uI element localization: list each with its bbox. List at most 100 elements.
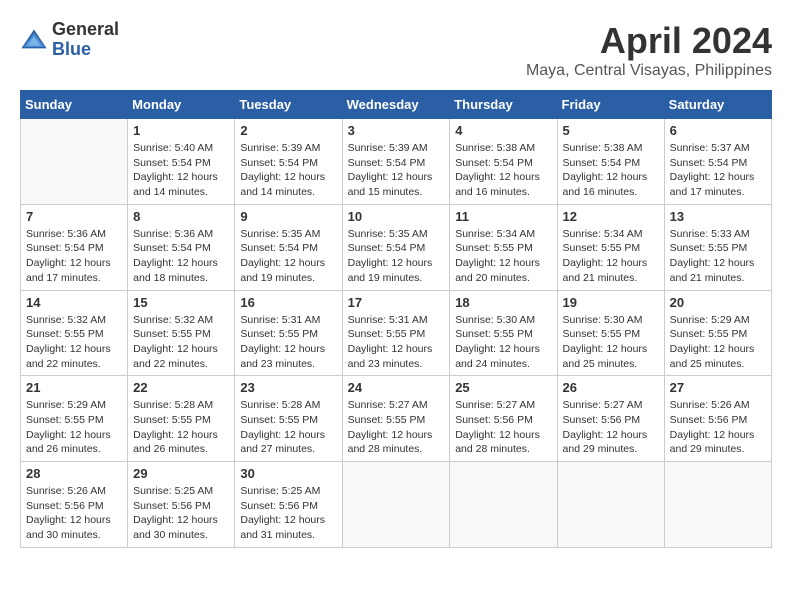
calendar-header-cell: Tuesday bbox=[235, 91, 342, 119]
calendar-day-cell: 12 Sunrise: 5:34 AMSunset: 5:55 PMDayligh… bbox=[557, 204, 664, 290]
day-number: 1 bbox=[133, 123, 229, 138]
calendar-week-row: 28Sunrise: 5:26 AMSunset: 5:56 PMDayligh… bbox=[21, 462, 772, 548]
calendar-location: Maya, Central Visayas, Philippines bbox=[526, 62, 772, 80]
calendar-header-cell: Friday bbox=[557, 91, 664, 119]
calendar-day-cell: 2 Sunrise: 5:39 AMSunset: 5:54 PMDaylight… bbox=[235, 119, 342, 205]
day-info: Sunrise: 5:39 AMSunset: 5:54 PMDaylight:… bbox=[348, 141, 445, 200]
calendar-day-cell: 11 Sunrise: 5:34 AMSunset: 5:55 PMDayligh… bbox=[450, 204, 557, 290]
day-info: Sunrise: 5:27 AMSunset: 5:56 PMDaylight:… bbox=[563, 398, 659, 457]
calendar-day-cell: 10Sunrise: 5:35 AMSunset: 5:54 PMDayligh… bbox=[342, 204, 450, 290]
day-info: Sunrise: 5:38 AMSunset: 5:54 PMDaylight:… bbox=[455, 141, 551, 200]
day-number: 3 bbox=[348, 123, 445, 138]
day-number: 24 bbox=[348, 380, 445, 395]
day-number: 22 bbox=[133, 380, 229, 395]
day-info: Sunrise: 5:27 AMSunset: 5:55 PMDaylight:… bbox=[348, 398, 445, 457]
calendar-header-cell: Saturday bbox=[664, 91, 771, 119]
calendar-header-cell: Thursday bbox=[450, 91, 557, 119]
calendar-day-cell: 26 Sunrise: 5:27 AMSunset: 5:56 PMDayligh… bbox=[557, 376, 664, 462]
day-info: Sunrise: 5:36 AMSunset: 5:54 PMDaylight:… bbox=[26, 227, 122, 286]
day-info: Sunrise: 5:28 AMSunset: 5:55 PMDaylight:… bbox=[240, 398, 336, 457]
calendar-day-cell: 23 Sunrise: 5:28 AMSunset: 5:55 PMDayligh… bbox=[235, 376, 342, 462]
day-info: Sunrise: 5:40 AMSunset: 5:54 PMDaylight:… bbox=[133, 141, 229, 200]
calendar-week-row: 1 Sunrise: 5:40 AMSunset: 5:54 PMDaylight… bbox=[21, 119, 772, 205]
day-info: Sunrise: 5:30 AMSunset: 5:55 PMDaylight:… bbox=[455, 313, 551, 372]
day-info: Sunrise: 5:25 AMSunset: 5:56 PMDaylight:… bbox=[240, 484, 336, 543]
day-info: Sunrise: 5:26 AMSunset: 5:56 PMDaylight:… bbox=[670, 398, 766, 457]
calendar-day-cell: 19Sunrise: 5:30 AMSunset: 5:55 PMDayligh… bbox=[557, 290, 664, 376]
day-number: 6 bbox=[670, 123, 766, 138]
day-info: Sunrise: 5:26 AMSunset: 5:56 PMDaylight:… bbox=[26, 484, 122, 543]
day-number: 4 bbox=[455, 123, 551, 138]
calendar-day-cell: 27 Sunrise: 5:26 AMSunset: 5:56 PMDayligh… bbox=[664, 376, 771, 462]
day-number: 14 bbox=[26, 295, 122, 310]
calendar-day-cell: 17 Sunrise: 5:31 AMSunset: 5:55 PMDayligh… bbox=[342, 290, 450, 376]
calendar-day-cell: 16 Sunrise: 5:31 AMSunset: 5:55 PMDayligh… bbox=[235, 290, 342, 376]
day-info: Sunrise: 5:35 AMSunset: 5:54 PMDaylight:… bbox=[240, 227, 336, 286]
day-info: Sunrise: 5:38 AMSunset: 5:54 PMDaylight:… bbox=[563, 141, 659, 200]
day-number: 19 bbox=[563, 295, 659, 310]
day-info: Sunrise: 5:28 AMSunset: 5:55 PMDaylight:… bbox=[133, 398, 229, 457]
day-number: 17 bbox=[348, 295, 445, 310]
day-info: Sunrise: 5:36 AMSunset: 5:54 PMDaylight:… bbox=[133, 227, 229, 286]
calendar-week-row: 7 Sunrise: 5:36 AMSunset: 5:54 PMDaylight… bbox=[21, 204, 772, 290]
page-header: General Blue April 2024 Maya, Central Vi… bbox=[20, 20, 772, 80]
day-info: Sunrise: 5:29 AMSunset: 5:55 PMDaylight:… bbox=[26, 398, 122, 457]
calendar-day-cell: 3 Sunrise: 5:39 AMSunset: 5:54 PMDaylight… bbox=[342, 119, 450, 205]
day-number: 12 bbox=[563, 209, 659, 224]
calendar-day-cell: 4 Sunrise: 5:38 AMSunset: 5:54 PMDaylight… bbox=[450, 119, 557, 205]
calendar-day-cell: 8Sunrise: 5:36 AMSunset: 5:54 PMDaylight… bbox=[128, 204, 235, 290]
day-info: Sunrise: 5:29 AMSunset: 5:55 PMDaylight:… bbox=[670, 313, 766, 372]
day-info: Sunrise: 5:35 AMSunset: 5:54 PMDaylight:… bbox=[348, 227, 445, 286]
day-number: 13 bbox=[670, 209, 766, 224]
day-info: Sunrise: 5:37 AMSunset: 5:54 PMDaylight:… bbox=[670, 141, 766, 200]
day-info: Sunrise: 5:32 AMSunset: 5:55 PMDaylight:… bbox=[26, 313, 122, 372]
day-number: 16 bbox=[240, 295, 336, 310]
calendar-day-cell: 18 Sunrise: 5:30 AMSunset: 5:55 PMDayligh… bbox=[450, 290, 557, 376]
day-info: Sunrise: 5:33 AMSunset: 5:55 PMDaylight:… bbox=[670, 227, 766, 286]
day-info: Sunrise: 5:31 AMSunset: 5:55 PMDaylight:… bbox=[348, 313, 445, 372]
calendar-day-cell bbox=[342, 462, 450, 548]
day-number: 20 bbox=[670, 295, 766, 310]
day-info: Sunrise: 5:34 AMSunset: 5:55 PMDaylight:… bbox=[563, 227, 659, 286]
calendar-week-row: 21 Sunrise: 5:29 AMSunset: 5:55 PMDayligh… bbox=[21, 376, 772, 462]
calendar-day-cell: 5 Sunrise: 5:38 AMSunset: 5:54 PMDaylight… bbox=[557, 119, 664, 205]
calendar-header-cell: Monday bbox=[128, 91, 235, 119]
day-number: 11 bbox=[455, 209, 551, 224]
calendar-week-row: 14 Sunrise: 5:32 AMSunset: 5:55 PMDayligh… bbox=[21, 290, 772, 376]
day-info: Sunrise: 5:25 AMSunset: 5:56 PMDaylight:… bbox=[133, 484, 229, 543]
calendar-day-cell: 28Sunrise: 5:26 AMSunset: 5:56 PMDayligh… bbox=[21, 462, 128, 548]
title-area: April 2024 Maya, Central Visayas, Philip… bbox=[526, 20, 772, 80]
day-number: 23 bbox=[240, 380, 336, 395]
calendar-day-cell bbox=[664, 462, 771, 548]
calendar-day-cell: 13 Sunrise: 5:33 AMSunset: 5:55 PMDayligh… bbox=[664, 204, 771, 290]
day-info: Sunrise: 5:34 AMSunset: 5:55 PMDaylight:… bbox=[455, 227, 551, 286]
day-number: 7 bbox=[26, 209, 122, 224]
calendar-day-cell bbox=[450, 462, 557, 548]
day-info: Sunrise: 5:27 AMSunset: 5:56 PMDaylight:… bbox=[455, 398, 551, 457]
logo-blue-text: Blue bbox=[52, 40, 119, 60]
day-number: 5 bbox=[563, 123, 659, 138]
calendar-day-cell: 30 Sunrise: 5:25 AMSunset: 5:56 PMDayligh… bbox=[235, 462, 342, 548]
calendar-title: April 2024 bbox=[526, 20, 772, 62]
calendar-day-cell: 25Sunrise: 5:27 AMSunset: 5:56 PMDayligh… bbox=[450, 376, 557, 462]
day-info: Sunrise: 5:31 AMSunset: 5:55 PMDaylight:… bbox=[240, 313, 336, 372]
day-number: 26 bbox=[563, 380, 659, 395]
day-number: 27 bbox=[670, 380, 766, 395]
day-number: 21 bbox=[26, 380, 122, 395]
calendar-body: 1 Sunrise: 5:40 AMSunset: 5:54 PMDaylight… bbox=[21, 119, 772, 548]
day-number: 9 bbox=[240, 209, 336, 224]
day-info: Sunrise: 5:39 AMSunset: 5:54 PMDaylight:… bbox=[240, 141, 336, 200]
day-number: 18 bbox=[455, 295, 551, 310]
day-number: 2 bbox=[240, 123, 336, 138]
calendar-day-cell: 21 Sunrise: 5:29 AMSunset: 5:55 PMDayligh… bbox=[21, 376, 128, 462]
calendar-header-row: SundayMondayTuesdayWednesdayThursdayFrid… bbox=[21, 91, 772, 119]
calendar-day-cell bbox=[21, 119, 128, 205]
calendar-header-cell: Sunday bbox=[21, 91, 128, 119]
calendar-day-cell: 22 Sunrise: 5:28 AMSunset: 5:55 PMDayligh… bbox=[128, 376, 235, 462]
logo-icon bbox=[20, 26, 48, 54]
calendar-day-cell bbox=[557, 462, 664, 548]
day-number: 30 bbox=[240, 466, 336, 481]
day-number: 29 bbox=[133, 466, 229, 481]
calendar-table: SundayMondayTuesdayWednesdayThursdayFrid… bbox=[20, 90, 772, 548]
calendar-day-cell: 15Sunrise: 5:32 AMSunset: 5:55 PMDayligh… bbox=[128, 290, 235, 376]
